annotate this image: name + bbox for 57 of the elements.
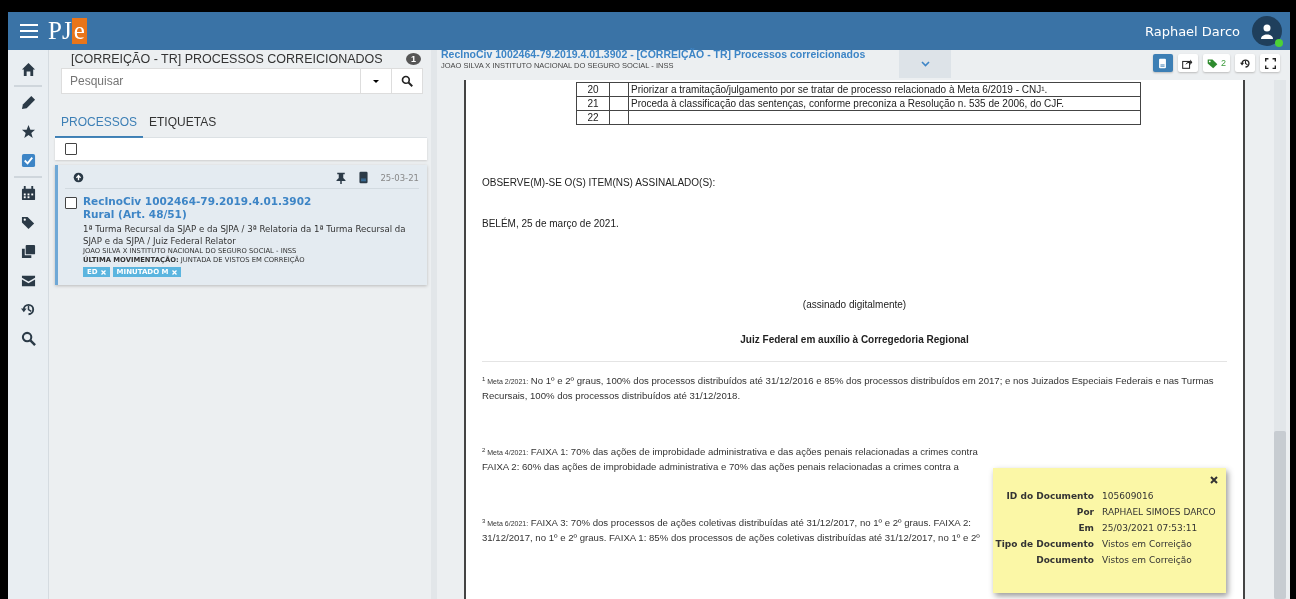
toolbar-button[interactable]: 2: [1203, 54, 1230, 72]
caret-icon: [372, 78, 380, 84]
court-text: 1ª Turma Recursal da SJAP e da SJPA / 3ª Relatoria da 1ª Turma Recursal da SJAP e da SJPA / Juiz Federal Relator: [83, 223, 407, 247]
toolbar-button[interactable]: [1260, 54, 1280, 72]
tag-count: 2: [1221, 58, 1226, 68]
info-value: RAPHAEL SIMOES DARCO: [1102, 507, 1217, 517]
document-icon: [1157, 57, 1169, 69]
table-cell: 20: [576, 82, 610, 97]
info-value: Vistos em Correição: [1102, 555, 1193, 565]
info-value: Vistos em Correição: [1102, 539, 1193, 549]
tab[interactable]: ETIQUETAS: [143, 110, 223, 138]
info-value: 25/03/2021 07:53:11: [1102, 523, 1199, 533]
place-date-text: BELÉM, 25 de março de 2021.: [482, 218, 620, 229]
table-cell: Priorizar a tramitação/julgamento por se tratar de processo relacionado à Meta 6/2019 - CNJ¹.: [631, 84, 1048, 95]
process-subject: Rural (Art. 48/51): [83, 208, 188, 221]
table-cell: 21: [576, 96, 610, 111]
user-avatar[interactable]: [1252, 16, 1282, 46]
search-button[interactable]: [392, 68, 423, 94]
signature-note: (assinado digitalmente): [801, 299, 908, 310]
tag-icon: [1207, 57, 1218, 69]
close-icon[interactable]: [1210, 476, 1218, 484]
search-icon: [401, 75, 413, 87]
user-icon: [1259, 23, 1275, 39]
document-title: RecInoCiv 1002464-79.2019.4.01.3902 - [CORREIÇÃO - TR] Processos correicionados: [441, 48, 866, 61]
process-card[interactable]: [55, 165, 427, 285]
info-label: Documento: [1035, 555, 1094, 565]
select-all-checkbox[interactable]: [65, 143, 77, 155]
footnote-text: 31/12/2017, no 1º e 2º graus. FAIXA 1: 85% dos processos de ações coletivas distribuídas até 31/12/2017, no 1º e 2º: [482, 531, 980, 545]
info-label: Por: [1075, 507, 1094, 517]
table-cell: 22: [576, 110, 610, 125]
info-label: Em: [1077, 523, 1094, 533]
process-number[interactable]: RecInoCiv 1002464-79.2019.4.01.3902: [83, 195, 419, 208]
toolbar-button[interactable]: [1235, 54, 1255, 72]
info-value: 105609016: [1102, 491, 1155, 501]
user-name[interactable]: Raphael Darco: [1144, 23, 1240, 39]
toolbar-button[interactable]: [1178, 54, 1198, 72]
info-label: ID do Documento: [1005, 491, 1094, 501]
chevron-icon: [920, 61, 930, 67]
fullscreen-icon: [1264, 57, 1276, 69]
logo: PJe: [48, 17, 87, 45]
table-cell: Proceda à classificação das sentenças, conforme preconiza a Resolução n. 535 de 2006, do CJF.: [631, 98, 1065, 109]
process-date: 25-03-21: [380, 172, 419, 183]
history-icon: [1239, 57, 1251, 69]
signer-title: Juiz Federal em auxílio à Corregedoria Regional: [739, 334, 970, 345]
document-icon: [357, 171, 371, 184]
pin-icon: [335, 171, 348, 184]
count-badge: 1: [406, 53, 421, 65]
scrollbar[interactable]: [1274, 80, 1286, 599]
priority-icon: [73, 172, 84, 183]
footnote-text: FAIXA 2: 60% das ações de improbidade administrativa e 70% das ações penais relacionadas a crimes contra a: [482, 460, 959, 474]
process-checkbox[interactable]: [65, 197, 77, 209]
menu-icon[interactable]: [20, 24, 38, 38]
observe-text: OBSERVE(M)-SE O(S) ITEM(NS) ASSINALADO(S):: [482, 177, 717, 188]
info-label: Tipo de Documento: [994, 539, 1094, 549]
search-field[interactable]: Pesquisar: [61, 68, 361, 94]
share-icon: [1182, 57, 1194, 69]
panel-title: [CORREIÇÃO - TR] PROCESSOS CORREICIONADOS: [71, 52, 383, 66]
